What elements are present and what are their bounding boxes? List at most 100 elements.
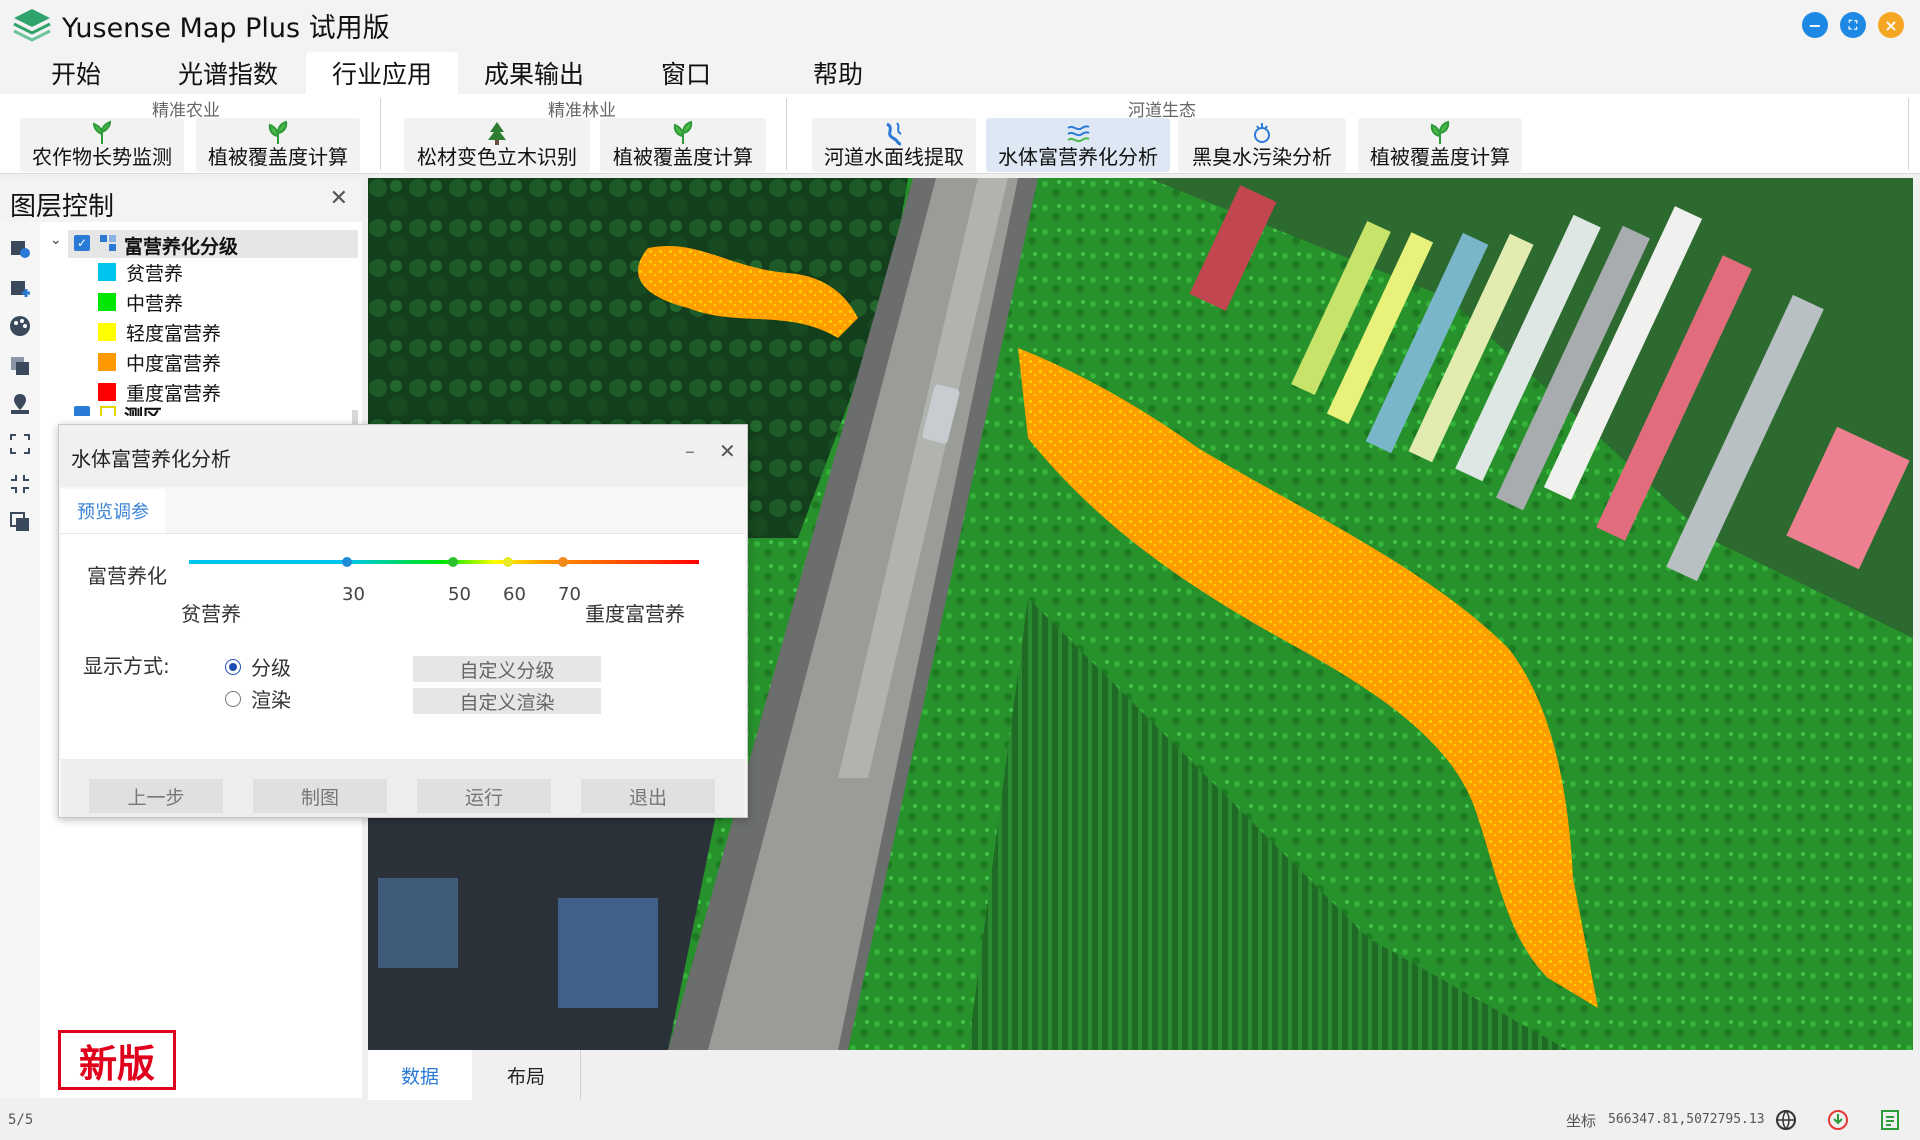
- menu-tab-window[interactable]: 窗口: [640, 52, 732, 94]
- projection-icon[interactable]: [1774, 1108, 1798, 1132]
- layer-name-survey-area: 测区: [124, 404, 162, 416]
- layer-panel-title: 图层控制: [10, 192, 115, 222]
- close-button[interactable]: ×: [1878, 12, 1904, 38]
- menu-bar: 开始 光谱指数 行业应用 成果输出 窗口 帮助: [0, 50, 1920, 94]
- eutrophication-button[interactable]: 水体富营养化分析: [986, 118, 1170, 172]
- new-version-badge: 新版: [58, 1030, 176, 1090]
- radio-rendered[interactable]: 渲染: [225, 684, 291, 713]
- ribbon-separator: [380, 98, 381, 170]
- layer-panel-header: 图层控制 ✕: [0, 178, 362, 222]
- page-count: 5/5: [8, 1112, 34, 1128]
- app-title: Yusense Map Plus 试用版: [62, 12, 390, 44]
- eutrophication-dialog: 水体富营养化分析 – ✕ 预览调参 富营养化 30 50 60 70 贫营养 重…: [58, 424, 748, 818]
- black-odor-button[interactable]: 黑臭水污染分析: [1178, 118, 1346, 172]
- zoom-layer-icon[interactable]: [8, 472, 32, 496]
- slider-handle[interactable]: [558, 557, 568, 567]
- locate-icon[interactable]: [8, 392, 32, 416]
- legend-label: 重度富营养: [126, 382, 222, 405]
- tab-preview-params[interactable]: 预览调参: [61, 489, 165, 533]
- legend-label: 贫营养: [126, 262, 184, 285]
- app-logo-icon: [13, 9, 51, 42]
- severe-eutrophic-end-label: 重度富营养: [585, 602, 685, 626]
- ribbon: 精准农业 精准林业 河道生态 农作物长势监测 植被覆盖度计算 松材变色立木识别 …: [0, 94, 1920, 174]
- layer-panel-close-icon[interactable]: ✕: [330, 186, 348, 211]
- legend-swatch: [98, 263, 116, 281]
- oligotrophic-end-label: 贫营养: [181, 602, 241, 626]
- make-map-button[interactable]: 制图: [253, 779, 387, 813]
- slider-handle[interactable]: [503, 557, 513, 567]
- threshold-tick-label: 50: [448, 584, 471, 605]
- legend-label: 中度富营养: [126, 352, 222, 375]
- veg-coverage-river-label: 植被覆盖度计算: [1370, 145, 1510, 169]
- legend-item-severe-eutrophic: 重度富营养: [98, 378, 221, 406]
- legend-swatch: [98, 293, 116, 311]
- coord-label: 坐标: [1566, 1112, 1597, 1130]
- custom-render-button[interactable]: 自定义渲染: [413, 688, 601, 714]
- chevron-down-icon[interactable]: ⌄: [50, 232, 62, 248]
- dialog-titlebar[interactable]: 水体富营养化分析 – ✕: [59, 425, 747, 487]
- threshold-tick-label: 70: [558, 584, 581, 605]
- exit-button[interactable]: 退出: [581, 779, 715, 813]
- view-tabs: 数据 布局: [368, 1050, 1913, 1100]
- full-extent-icon[interactable]: [8, 432, 32, 456]
- previous-step-button[interactable]: 上一步: [89, 779, 223, 813]
- coord-value: 566347.81,5072795.13: [1608, 1112, 1765, 1127]
- layers-icon[interactable]: [8, 354, 32, 378]
- run-button[interactable]: 运行: [417, 779, 551, 813]
- add-vector-icon[interactable]: [8, 276, 32, 300]
- tab-data[interactable]: 数据: [368, 1050, 472, 1100]
- river-line-extract-label: 河道水面线提取: [824, 145, 964, 169]
- slider-handle[interactable]: [342, 557, 352, 567]
- sync-icon[interactable]: [1826, 1108, 1850, 1132]
- crop-growth-label: 农作物长势监测: [32, 145, 172, 169]
- crop-growth-button[interactable]: 农作物长势监测: [20, 118, 184, 172]
- legend-item-oligotrophic: 贫营养: [98, 258, 183, 286]
- eutrophication-label: 水体富营养化分析: [998, 145, 1158, 169]
- radio-unchecked-icon[interactable]: [225, 690, 241, 707]
- trophic-gradient-bar: [189, 560, 699, 564]
- legend-label: 中营养: [126, 292, 184, 315]
- legend-item-moderate-eutrophic: 中度富营养: [98, 348, 221, 376]
- layer-checkbox-icon[interactable]: ✓: [74, 235, 90, 251]
- title-bar: Yusense Map Plus 试用版 − ⛶ ×: [0, 0, 1920, 50]
- legend-swatch: [98, 353, 116, 371]
- trophic-threshold-slider[interactable]: [189, 544, 709, 580]
- menu-tab-start[interactable]: 开始: [30, 52, 122, 94]
- dialog-close-icon[interactable]: ✕: [719, 439, 736, 463]
- layer-checkbox-icon[interactable]: [74, 406, 90, 416]
- radio-label: 渲染: [251, 688, 291, 712]
- tab-layout[interactable]: 布局: [474, 1050, 578, 1100]
- river-line-extract-button[interactable]: 河道水面线提取: [812, 118, 976, 172]
- radio-classified[interactable]: 分级: [225, 652, 291, 681]
- radio-checked-icon[interactable]: [225, 658, 241, 675]
- log-icon[interactable]: [1878, 1108, 1902, 1132]
- raster-layer-icon: [100, 235, 116, 251]
- palette-icon[interactable]: [8, 314, 32, 338]
- layer-name-eutrophication: 富营养化分级: [124, 236, 239, 258]
- slider-handle[interactable]: [448, 557, 458, 567]
- black-odor-label: 黑臭水污染分析: [1192, 145, 1332, 169]
- legend-swatch: [98, 383, 116, 401]
- veg-coverage-agri-button[interactable]: 植被覆盖度计算: [196, 118, 360, 172]
- legend-item-mesotrophic: 中营养: [98, 288, 183, 316]
- menu-tab-industry[interactable]: 行业应用: [306, 52, 458, 94]
- menu-tab-spectral-index[interactable]: 光谱指数: [166, 52, 290, 94]
- menu-tab-output[interactable]: 成果输出: [472, 52, 596, 94]
- ribbon-separator: [786, 98, 787, 170]
- pine-tree-detect-button[interactable]: 松材变色立木识别: [404, 118, 590, 172]
- display-mode-label: 显示方式:: [83, 654, 170, 678]
- add-layer-icon[interactable]: [8, 236, 32, 260]
- copy-layer-icon[interactable]: [8, 510, 32, 534]
- minimize-button[interactable]: −: [1802, 12, 1828, 38]
- trophic-slider-label: 富营养化: [87, 564, 167, 588]
- threshold-tick-label: 30: [342, 584, 365, 605]
- pine-tree-detect-label: 松材变色立木识别: [417, 145, 577, 169]
- menu-tab-help[interactable]: 帮助: [792, 52, 884, 94]
- dialog-minimize-icon[interactable]: –: [685, 439, 695, 463]
- ribbon-separator: [1908, 98, 1909, 170]
- legend-item-light-eutrophic: 轻度富营养: [98, 318, 221, 346]
- custom-classify-button[interactable]: 自定义分级: [413, 656, 601, 682]
- maximize-button[interactable]: ⛶: [1840, 12, 1866, 38]
- veg-coverage-forest-button[interactable]: 植被覆盖度计算: [600, 118, 766, 172]
- veg-coverage-river-button[interactable]: 植被覆盖度计算: [1358, 118, 1522, 172]
